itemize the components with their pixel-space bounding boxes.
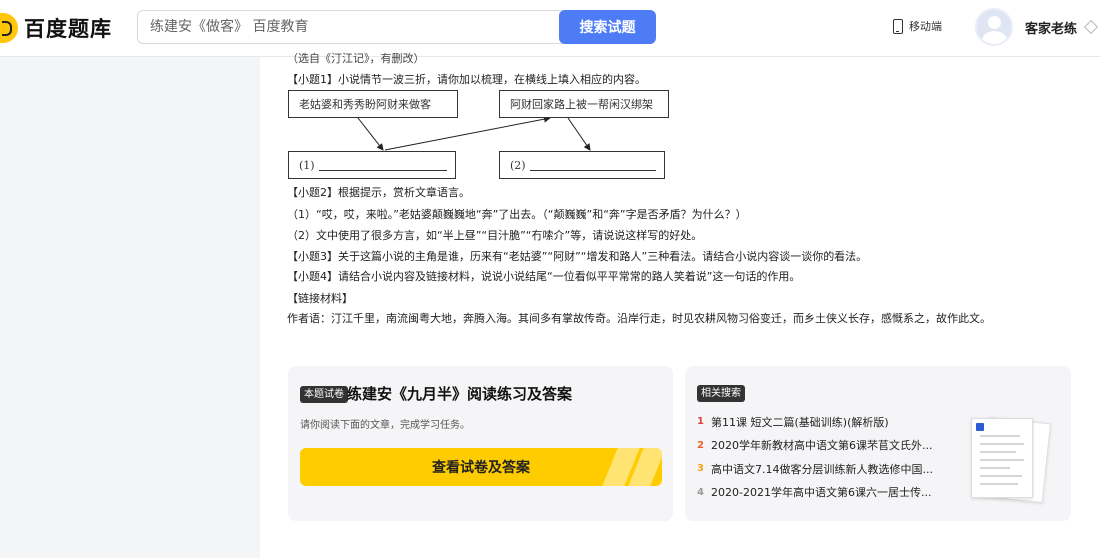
document-thumbnail [971,418,1033,498]
search-button[interactable]: 搜索试题 [559,10,656,44]
diamond-icon[interactable] [1083,19,1099,35]
site-logo[interactable]: 百度题库 [0,10,112,46]
related-search-card: 相关搜索 1 第11课 短文二篇(基础训练)(解析版) 2 2020学年新教材高… [685,366,1071,521]
paper-title[interactable]: 练建安《九月半》阅读练习及答案 [347,383,572,404]
question-3: 【小题3】关于这篇小说的主角是谁，历来有“老姑婆”“阿财”“增发和路人”三种看法… [287,250,868,263]
related-link[interactable]: 第11课 短文二篇(基础训练)(解析版) [711,414,889,430]
flow-box-start: 老姑婆和秀秀盼阿财来做客 [288,90,458,118]
question-2: 【小题2】根据提示，赏析文章语言。 [287,186,470,199]
mobile-link[interactable]: 移动端 [893,18,942,34]
question-2-part-1: （1）“哎，哎，来啦。”老姑婆颠巍巍地“奔”了出去。（“颠巍巍”和“奔”字是否矛… [287,208,747,221]
view-paper-button[interactable]: 查看试卷及答案 [300,448,662,486]
related-tag: 相关搜索 [697,385,745,402]
flow-blank-2: (2) [499,151,665,179]
username[interactable]: 客家老练 [1025,18,1077,37]
list-item[interactable]: 4 2020-2021学年高中语文第6课六一居士传... [697,481,933,505]
rank-number: 4 [697,486,704,498]
source-line: （选自《汀江记》，有删改） [287,52,425,65]
blank-2-label: (2) [510,158,526,172]
search-bar: 搜索试题 [137,10,656,44]
flow-blank-1: (1) [288,151,456,179]
logo-text: 百度题库 [24,17,112,41]
question-4: 【小题4】请结合小说内容及链接材料，说说小说结尾“一位看似平平常常的路人笑着说”… [287,270,801,283]
avatar[interactable] [975,8,1013,46]
paper-tag: 本题试卷 [300,386,348,403]
link-material-title: 【链接材料】 [287,292,353,305]
list-item[interactable]: 3 高中语文7.14做客分层训练新人教选修中国... [697,457,933,481]
top-header: 百度题库 搜索试题 移动端 客家老练 [0,0,1100,57]
related-list: 1 第11课 短文二篇(基础训练)(解析版) 2 2020学年新教材高中语文第6… [697,410,933,504]
logo-icon [0,13,18,43]
list-item[interactable]: 2 2020学年新教材高中语文第6课芣苢文氏外... [697,434,933,458]
paper-card: 本题试卷 练建安《九月半》阅读练习及答案 请你阅读下面的文章，完成学习任务。 查… [288,366,673,521]
rank-number: 2 [697,439,704,451]
related-link[interactable]: 2020-2021学年高中语文第6课六一居士传... [711,484,931,500]
mobile-label: 移动端 [909,20,942,33]
flow-box-kidnap: 阿财回家路上被一帮闲汉绑架 [499,90,669,118]
word-doc-icon [976,423,984,431]
rank-number: 1 [697,416,704,428]
phone-icon [893,18,903,34]
paper-description: 请你阅读下面的文章，完成学习任务。 [300,420,470,431]
link-material-body: 作者语：汀江千里，南流闽粤大地，奔腾入海。其间多有掌故传奇。沿岸行走，时见农耕风… [287,312,991,325]
search-input[interactable] [137,10,567,44]
question-1: 【小题1】小说情节一波三折，请你加以梳理，在横线上填入相应的内容。 [287,73,646,86]
related-link[interactable]: 高中语文7.14做客分层训练新人教选修中国... [711,461,933,477]
related-link[interactable]: 2020学年新教材高中语文第6课芣苢文氏外... [711,437,932,453]
list-item[interactable]: 1 第11课 短文二篇(基础训练)(解析版) [697,410,933,434]
question-2-part-2: （2）文中使用了很多方言，如“半上昼”“目汁脆”“冇嗦介”等，请说说这样写的好处… [287,229,703,242]
blank-1-label: (1) [299,158,315,172]
rank-number: 3 [697,463,704,475]
view-paper-label: 查看试卷及答案 [432,460,530,476]
